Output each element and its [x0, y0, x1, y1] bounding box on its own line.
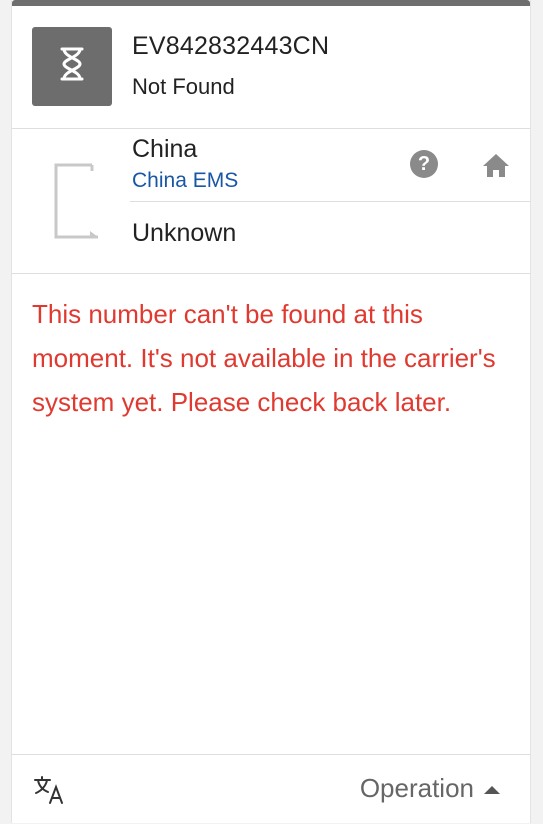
carrier-name-link[interactable]: China EMS	[132, 169, 238, 193]
tracking-card: EV842832443CN Not Found China China EMS …	[11, 0, 531, 823]
hourglass-icon	[59, 47, 85, 86]
carrier-divider	[130, 201, 530, 202]
shipment-header: EV842832443CN Not Found	[12, 6, 530, 129]
carrier-section: China China EMS ? Unknown	[12, 129, 530, 274]
shipment-status: Not Found	[132, 74, 235, 99]
question-icon[interactable]: ?	[410, 150, 438, 178]
operation-button[interactable]: Operation	[360, 773, 500, 804]
home-icon[interactable]	[481, 151, 511, 179]
carrier-logo-icon	[50, 157, 102, 241]
carrier-sub-status: Unknown	[132, 219, 237, 247]
status-tile	[32, 27, 112, 106]
tracking-number[interactable]: EV842832443CN	[132, 32, 329, 61]
carrier-country: China	[132, 135, 198, 163]
card-footer: Operation	[12, 754, 530, 824]
not-found-message: This number can't be found at this momen…	[32, 299, 496, 417]
caret-up-icon	[484, 785, 500, 794]
translate-icon[interactable]	[33, 775, 65, 805]
operation-label: Operation	[359, 773, 474, 803]
